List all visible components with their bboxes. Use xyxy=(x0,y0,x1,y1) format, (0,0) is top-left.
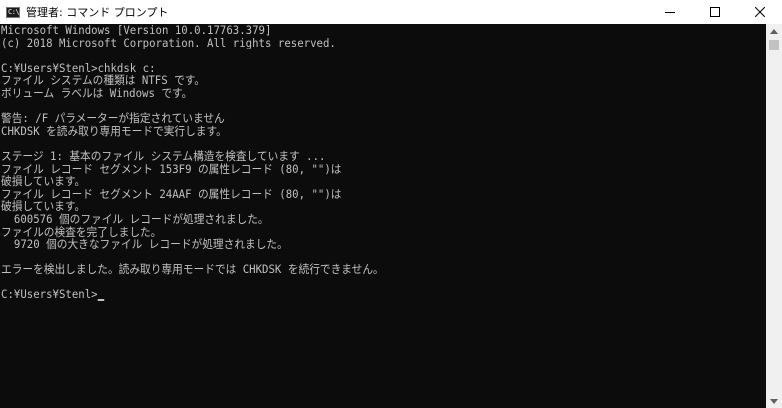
console-line: エラーを検出しました。読み取り専用モードでは CHKDSK を続行できません。 xyxy=(1,263,384,276)
console-line: 600576 個のファイル レコードが処理されました。 xyxy=(1,212,269,226)
scroll-up-button[interactable] xyxy=(766,24,782,38)
console-line: 9720 個の大きなファイル レコードが処理されました。 xyxy=(1,238,288,251)
console-line: C:¥Users¥Stenl> xyxy=(1,288,712,302)
console-line: 警告: /F パラメーターが指定されていません xyxy=(1,112,225,125)
console-line: ファイル レコード セグメント 24AAF の属性レコード (80, "")は xyxy=(1,187,342,201)
console-line: ファイルの検査を完了しました。 xyxy=(1,225,162,239)
command-prompt-icon-label: C:\ xyxy=(8,7,20,16)
title-bar[interactable]: C:\ 管理者: コマンド プロンプト xyxy=(0,0,782,24)
close-icon xyxy=(754,7,765,17)
console-line: ファイル レコード セグメント 153F9 の属性レコード (80, "")は xyxy=(1,162,342,176)
minimize-button[interactable] xyxy=(647,0,692,24)
text-cursor xyxy=(97,299,105,302)
console-line: ステージ 1: 基本のファイル システム構造を検査しています ... xyxy=(1,149,326,163)
close-button[interactable] xyxy=(737,0,782,24)
console-line: 破損しています。 xyxy=(1,175,86,188)
chevron-down-icon xyxy=(770,398,778,404)
console-line: ボリューム ラベルは Windows です。 xyxy=(1,86,193,100)
minimize-icon xyxy=(664,12,675,13)
console-line: 破損しています。 xyxy=(1,200,86,213)
console-line: C:¥Users¥Stenl>chkdsk c: xyxy=(1,61,156,75)
chevron-up-icon xyxy=(770,28,778,34)
maximize-button[interactable] xyxy=(692,0,737,24)
scroll-down-button[interactable] xyxy=(766,394,782,408)
command-prompt-icon: C:\ xyxy=(6,6,20,18)
scroll-thumb[interactable] xyxy=(769,40,779,50)
command-prompt-window: C:\ 管理者: コマンド プロンプト Microsoft Windows [V… xyxy=(0,0,782,408)
console-line: CHKDSK を読み取り専用モードで実行します。 xyxy=(1,124,227,138)
console-line: (c) 2018 Microsoft Corporation. All righ… xyxy=(1,36,336,50)
window-title: 管理者: コマンド プロンプト xyxy=(26,6,169,19)
window-controls xyxy=(647,0,782,24)
console-line: Microsoft Windows [Version 10.0.17763.37… xyxy=(1,24,272,37)
vertical-scrollbar[interactable] xyxy=(766,24,782,408)
console-line: ファイル システムの種類は NTFS です。 xyxy=(1,74,206,87)
console-output[interactable]: Microsoft Windows [Version 10.0.17763.37… xyxy=(0,24,766,408)
maximize-icon xyxy=(709,7,720,17)
